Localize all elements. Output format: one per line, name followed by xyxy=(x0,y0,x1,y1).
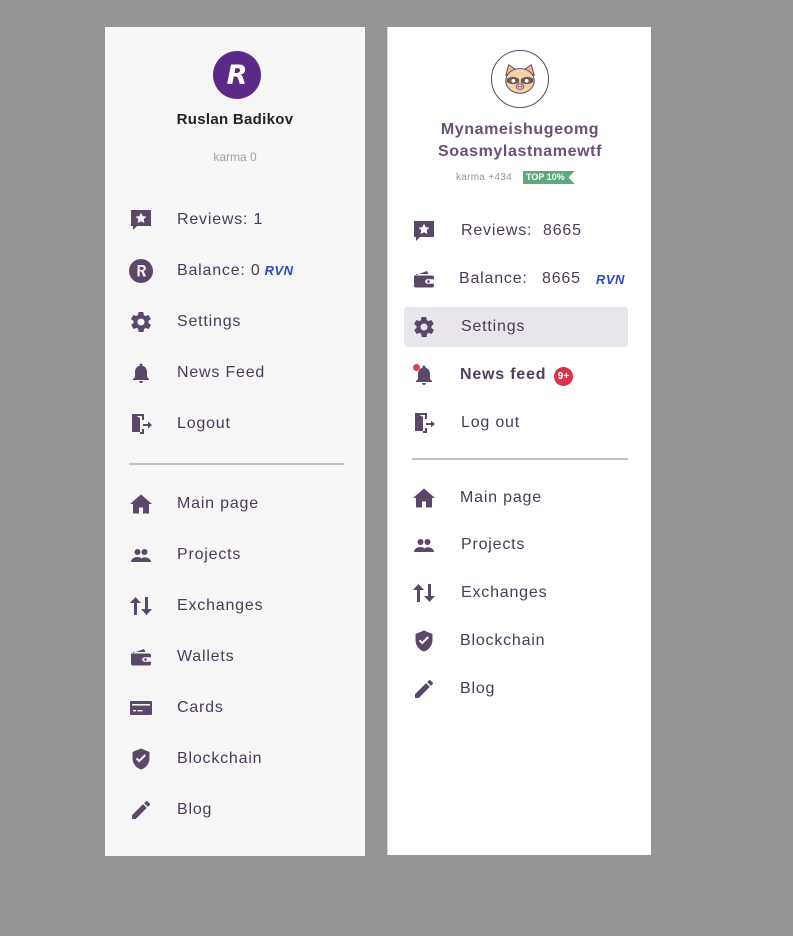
logout-label: Logout xyxy=(177,415,231,432)
logout-door-icon xyxy=(412,411,436,435)
nav-item-main-page[interactable]: Main page xyxy=(105,484,365,524)
reviews-value: 8665 xyxy=(543,222,582,239)
avatar-letter: R xyxy=(226,59,248,91)
blockchain-label: Blockchain xyxy=(460,632,546,649)
projects-label: Projects xyxy=(177,546,242,563)
people-icon xyxy=(412,533,436,557)
reviews-label: Reviews: 1 xyxy=(177,211,264,228)
user-name[interactable]: Mynameishugeomg Soasmylastnamewtf xyxy=(388,119,652,163)
divider xyxy=(129,463,344,465)
nav-item-projects[interactable]: Projects xyxy=(105,535,365,575)
balance-currency: RVN xyxy=(264,263,294,278)
user-name[interactable]: Ruslan Badikov xyxy=(105,111,365,128)
balance-text: Balance: 0 RVN xyxy=(177,261,294,281)
ravencoin-logo-icon xyxy=(129,259,153,283)
nav-item-blockchain[interactable]: Blockchain xyxy=(105,739,365,779)
exchange-arrows-icon xyxy=(412,581,436,605)
raccoon-avatar-icon xyxy=(501,60,539,98)
gear-icon xyxy=(412,315,436,339)
divider xyxy=(412,458,628,460)
main-page-label: Main page xyxy=(177,495,259,512)
nav-item-blockchain[interactable]: Blockchain xyxy=(404,621,628,661)
menu-item-logout[interactable]: Logout xyxy=(105,404,365,444)
logout-door-icon xyxy=(129,412,153,436)
avatar[interactable]: R xyxy=(213,51,261,99)
star-review-icon xyxy=(412,219,436,243)
top-rank-badge: TOP 10% xyxy=(523,171,575,184)
blockchain-label: Blockchain xyxy=(177,750,263,767)
pencil-icon xyxy=(412,677,436,701)
blog-label: Blog xyxy=(460,680,496,697)
wallet-icon xyxy=(129,645,153,669)
sidebar-panel-a: R Ruslan Badikov karma 0 Reviews: 1 Bala… xyxy=(105,27,365,856)
karma-label: karma +434 xyxy=(456,172,513,183)
exchange-arrows-icon xyxy=(129,594,153,618)
home-icon xyxy=(412,486,436,510)
wallet-icon xyxy=(412,267,436,291)
menu-item-reviews[interactable]: Reviews: 8665 xyxy=(404,211,628,251)
avatar[interactable] xyxy=(491,50,549,108)
gear-icon xyxy=(129,310,153,334)
reviews-label: Reviews: xyxy=(461,222,533,239)
sidebar-panel-b: Mynameishugeomg Soasmylastnamewtf karma … xyxy=(387,27,651,855)
nav-item-wallets[interactable]: Wallets xyxy=(105,637,365,677)
shield-check-icon xyxy=(129,747,153,771)
news-feed-label: News feed xyxy=(460,366,547,383)
people-icon xyxy=(129,543,153,567)
menu-item-settings[interactable]: Settings xyxy=(404,307,628,347)
user-name-line2: Soasmylastnamewtf xyxy=(437,143,603,160)
wallets-label: Wallets xyxy=(177,648,235,665)
balance-label: Balance: xyxy=(459,270,528,287)
nav-item-exchanges[interactable]: Exchanges xyxy=(404,573,628,613)
blog-label: Blog xyxy=(177,801,213,818)
nav-item-blog[interactable]: Blog xyxy=(105,790,365,830)
settings-label: Settings xyxy=(461,318,526,335)
balance-label: Balance: 0 xyxy=(177,262,261,279)
balance-currency: RVN xyxy=(596,272,625,287)
nav-item-projects[interactable]: Projects xyxy=(404,525,628,565)
menu-item-logout[interactable]: Log out xyxy=(404,403,628,443)
settings-label: Settings xyxy=(177,313,242,330)
nav-item-cards[interactable]: Cards xyxy=(105,688,365,728)
notification-count-badge: 9+ xyxy=(554,367,573,386)
bell-icon xyxy=(412,363,436,387)
menu-item-balance[interactable]: Balance: 0 RVN xyxy=(105,251,365,291)
cards-label: Cards xyxy=(177,699,224,716)
card-icon xyxy=(129,696,153,720)
menu-item-reviews[interactable]: Reviews: 1 xyxy=(105,200,365,240)
bell-icon xyxy=(129,361,153,385)
main-page-label: Main page xyxy=(460,489,542,506)
logout-label: Log out xyxy=(461,414,520,431)
star-review-icon xyxy=(129,208,153,232)
nav-item-main-page[interactable]: Main page xyxy=(404,478,628,518)
home-icon xyxy=(129,492,153,516)
nav-item-blog[interactable]: Blog xyxy=(404,669,628,709)
nav-item-exchanges[interactable]: Exchanges xyxy=(105,586,365,626)
news-feed-label: News Feed xyxy=(177,364,266,381)
balance-value: 8665 xyxy=(542,270,581,287)
exchanges-label: Exchanges xyxy=(177,597,264,614)
menu-item-balance[interactable]: Balance: 8665 RVN xyxy=(404,259,628,299)
karma-label: karma 0 xyxy=(213,150,257,164)
projects-label: Projects xyxy=(461,536,526,553)
pencil-icon xyxy=(129,798,153,822)
menu-item-news-feed[interactable]: News Feed xyxy=(105,353,365,393)
shield-check-icon xyxy=(412,629,436,653)
menu-item-news-feed[interactable]: News feed xyxy=(404,355,628,395)
exchanges-label: Exchanges xyxy=(461,584,548,601)
user-name-line1: Mynameishugeomg xyxy=(440,121,600,138)
menu-item-settings[interactable]: Settings xyxy=(105,302,365,342)
